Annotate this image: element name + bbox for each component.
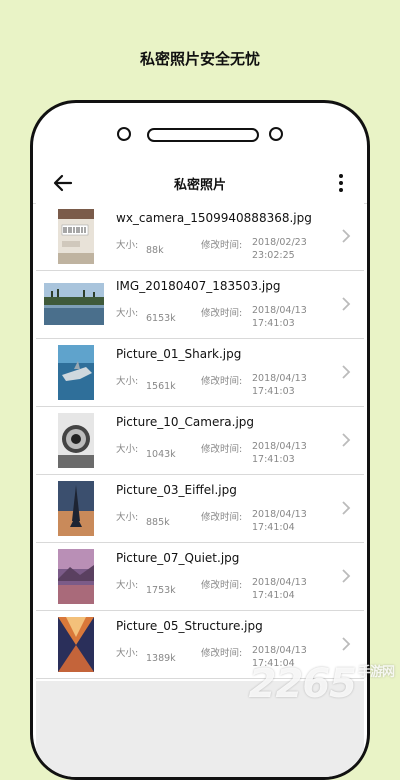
file-name: Picture_03_Eiffel.jpg	[116, 483, 237, 497]
photo-thumbnail	[58, 617, 94, 672]
chevron-right-icon	[342, 229, 351, 243]
modified-time: 2018/04/13 17:41:04	[252, 509, 307, 533]
modified-time: 2018/02/23 23:02:25	[252, 237, 307, 261]
size-label: 大小:	[116, 648, 139, 659]
file-size: 1561k	[146, 381, 176, 392]
file-size: 88k	[146, 245, 164, 256]
modified-time-label: 修改时间:	[201, 240, 243, 251]
file-size: 1043k	[146, 449, 176, 460]
chevron-right-icon	[342, 501, 351, 515]
list-item[interactable]: Picture_03_Eiffel.jpg 大小: 885k 修改时间: 201…	[36, 475, 364, 543]
app-bar: 私密照片	[33, 163, 367, 204]
chevron-right-icon	[342, 637, 351, 651]
size-label: 大小:	[116, 376, 139, 387]
page-title: 私密照片	[173, 178, 226, 193]
list-item[interactable]: wx_camera_1509940888368.jpg 大小: 88k 修改时间…	[36, 203, 364, 271]
site-watermark: 2265 手游网	[248, 661, 395, 707]
size-label: 大小:	[116, 444, 139, 455]
sensor-dot	[117, 127, 131, 141]
photo-thumbnail	[58, 209, 94, 264]
modified-time: 2018/04/13 17:41:04	[252, 577, 307, 601]
more-options-icon[interactable]	[333, 171, 349, 195]
modified-time-label: 修改时间:	[201, 580, 243, 591]
chevron-right-icon	[342, 569, 351, 583]
modified-time: 2018/04/13 17:41:03	[252, 305, 307, 329]
phone-top-bezel	[33, 103, 367, 163]
promo-title: 私密照片安全无忧	[139, 50, 260, 68]
photo-thumbnail	[58, 549, 94, 604]
modified-time-label: 修改时间:	[201, 512, 243, 523]
photo-thumbnail	[58, 345, 94, 400]
chevron-right-icon	[342, 433, 351, 447]
list-item[interactable]: Picture_10_Camera.jpg 大小: 1043k 修改时间: 20…	[36, 407, 364, 475]
modified-time-label: 修改时间:	[201, 376, 243, 387]
file-size: 885k	[146, 517, 170, 528]
list-item[interactable]: Picture_07_Quiet.jpg 大小: 1753k 修改时间: 201…	[36, 543, 364, 611]
earpiece-speaker	[147, 128, 259, 142]
chevron-right-icon	[342, 365, 351, 379]
modified-time-label: 修改时间:	[201, 444, 243, 455]
file-name: Picture_07_Quiet.jpg	[116, 551, 240, 565]
chevron-right-icon	[342, 297, 351, 311]
photo-thumbnail	[58, 481, 94, 536]
file-name: Picture_10_Camera.jpg	[116, 415, 255, 429]
list-item[interactable]: IMG_20180407_183503.jpg 大小: 6153k 修改时间: …	[36, 271, 364, 339]
front-camera	[269, 127, 283, 141]
size-label: 大小:	[116, 512, 139, 523]
modified-time: 2018/04/13 17:41:03	[252, 441, 307, 465]
file-name: Picture_05_Structure.jpg	[116, 619, 263, 633]
file-size: 1389k	[146, 653, 176, 664]
photo-list: wx_camera_1509940888368.jpg 大小: 88k 修改时间…	[36, 203, 364, 679]
modified-time-label: 修改时间:	[201, 648, 243, 659]
modified-time-label: 修改时间:	[201, 308, 243, 319]
size-label: 大小:	[116, 580, 139, 591]
photo-thumbnail	[44, 283, 104, 325]
file-size: 6153k	[146, 313, 176, 324]
file-name: Picture_01_Shark.jpg	[116, 347, 242, 361]
size-label: 大小:	[116, 240, 139, 251]
modified-time: 2018/04/13 17:41:03	[252, 373, 307, 397]
size-label: 大小:	[116, 308, 139, 319]
file-size: 1753k	[146, 585, 176, 596]
photo-thumbnail	[58, 413, 94, 468]
file-name: IMG_20180407_183503.jpg	[116, 279, 281, 293]
file-name: wx_camera_1509940888368.jpg	[116, 211, 312, 225]
list-item[interactable]: Picture_01_Shark.jpg 大小: 1561k 修改时间: 201…	[36, 339, 364, 407]
